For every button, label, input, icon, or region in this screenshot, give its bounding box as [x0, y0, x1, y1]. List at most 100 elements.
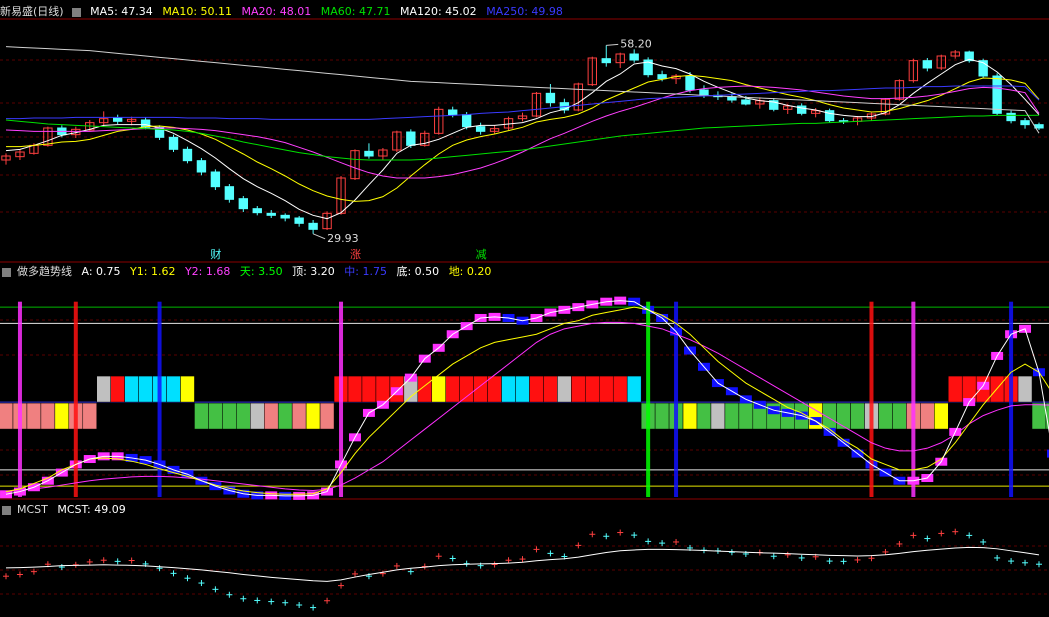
candle-body	[922, 60, 933, 69]
legend-ma10: MA10: 50.11	[162, 5, 233, 18]
trend-band-cell	[96, 375, 111, 403]
candle-body	[266, 212, 276, 216]
candle-body	[252, 208, 262, 214]
candle-body	[210, 171, 221, 188]
trend-band-cell	[26, 402, 42, 430]
trend-band-cell	[696, 402, 712, 430]
signal-spike	[1009, 301, 1014, 497]
annotation-label: 29.93	[327, 232, 359, 245]
trend-band-cell	[934, 402, 949, 430]
trend-band-cell	[836, 402, 851, 430]
trend-band-cell	[138, 375, 153, 403]
candle-body	[168, 136, 179, 150]
trend-band-cell	[878, 402, 893, 430]
trend-band-cell	[54, 402, 70, 430]
signal-spike	[911, 301, 916, 497]
trend-band-cell	[361, 375, 377, 403]
trend-band-cell	[850, 402, 865, 430]
legend-y1: Y1: 1.62	[130, 265, 176, 278]
trend-band-cell	[110, 375, 125, 403]
trend-band-cell	[319, 402, 335, 430]
trend-band-cell	[375, 375, 391, 403]
trend-band-cell	[738, 402, 754, 430]
candle-body	[1020, 120, 1030, 126]
trend-band-cell	[1031, 402, 1047, 430]
trend-band-cell	[277, 402, 293, 430]
trend-band-cell	[264, 402, 279, 430]
candle-body	[308, 222, 318, 230]
legend-ma120: MA120: 45.02	[399, 5, 477, 18]
trend-band-cell	[82, 402, 97, 430]
signal-spike	[157, 301, 162, 497]
trend-band-cell	[236, 402, 251, 430]
candle-body	[364, 150, 374, 157]
stock-chart[interactable]: 58.20 29.93 财 涨 减	[0, 0, 1049, 617]
dropdown-icon[interactable]	[71, 7, 81, 17]
trend-band-cell	[1017, 375, 1033, 403]
trend-band-cell	[166, 375, 181, 403]
trend-band-cell	[557, 375, 572, 403]
trend-band-cell	[180, 375, 195, 403]
trend-band-cell	[585, 375, 600, 403]
dropdown-icon[interactable]	[2, 267, 11, 277]
mcst-panel-title: MCST	[17, 503, 48, 516]
main-panel-title: 新易盛(日线)	[0, 5, 64, 18]
legend-tian: 天: 3.50	[239, 265, 283, 278]
event-marker: 减	[476, 248, 487, 261]
candle-body	[699, 89, 709, 96]
candle-body	[1006, 112, 1016, 122]
legend-ma250: MA250: 49.98	[486, 5, 563, 18]
trend-band-cell	[529, 375, 544, 403]
trend-band-cell	[626, 375, 642, 403]
background	[0, 0, 1049, 617]
candle-body	[406, 131, 416, 146]
trend-band-cell	[222, 402, 237, 430]
signal-spike	[869, 301, 874, 497]
candle-body	[545, 92, 556, 104]
candle-body	[1034, 124, 1044, 129]
legend-ma60: MA60: 47.71	[320, 5, 391, 18]
candle-body	[280, 214, 290, 219]
candle-body	[685, 75, 695, 91]
trend-band-cell	[250, 402, 265, 430]
trend-band-cell	[892, 402, 907, 430]
trend-band-cell	[501, 375, 516, 403]
legend-a: A: 0.75	[81, 265, 121, 278]
candle-body	[224, 186, 235, 200]
trend-band-cell	[612, 375, 628, 403]
mcst-panel-legend: MCST MCST: 49.09	[0, 502, 132, 517]
trend-band-cell	[431, 375, 446, 403]
trend-band-cell	[543, 375, 558, 403]
legend-y2: Y2: 1.68	[184, 265, 231, 278]
trend-band-cell	[724, 402, 740, 430]
trend-band-cell	[459, 375, 474, 403]
trend-band-cell	[654, 402, 670, 430]
candle-body	[657, 74, 667, 80]
legend-ma5: MA5: 47.34	[90, 5, 153, 18]
candle-body	[294, 217, 304, 224]
dropdown-icon[interactable]	[2, 505, 11, 515]
signal-spike	[73, 301, 78, 497]
trend-band-cell	[445, 375, 460, 403]
trend-band-cell	[710, 402, 726, 430]
candle-body	[992, 75, 1002, 114]
trend-band-cell	[208, 402, 223, 430]
trend-panel-title: 做多趋势线	[17, 265, 72, 278]
signal-spike	[17, 301, 22, 497]
candle-body	[461, 114, 472, 128]
trend-band-cell	[948, 375, 963, 403]
main-panel-legend: 新易盛(日线) MA5: 47.34 MA10: 50.11 MA20: 48.…	[0, 4, 569, 19]
candle-body	[196, 160, 207, 173]
trend-band-cell	[40, 402, 56, 430]
legend-ma20: MA20: 48.01	[241, 5, 312, 18]
candle-body	[741, 99, 751, 105]
candle-body	[475, 126, 486, 132]
trend-band-cell	[124, 375, 139, 403]
trend-band-cell	[599, 375, 614, 403]
candle-body	[238, 198, 248, 210]
trend-band-cell	[682, 402, 698, 430]
signal-spike	[646, 301, 651, 497]
legend-di: 底: 0.50	[396, 265, 440, 278]
candle-body	[448, 109, 458, 116]
candle-body	[629, 53, 639, 61]
